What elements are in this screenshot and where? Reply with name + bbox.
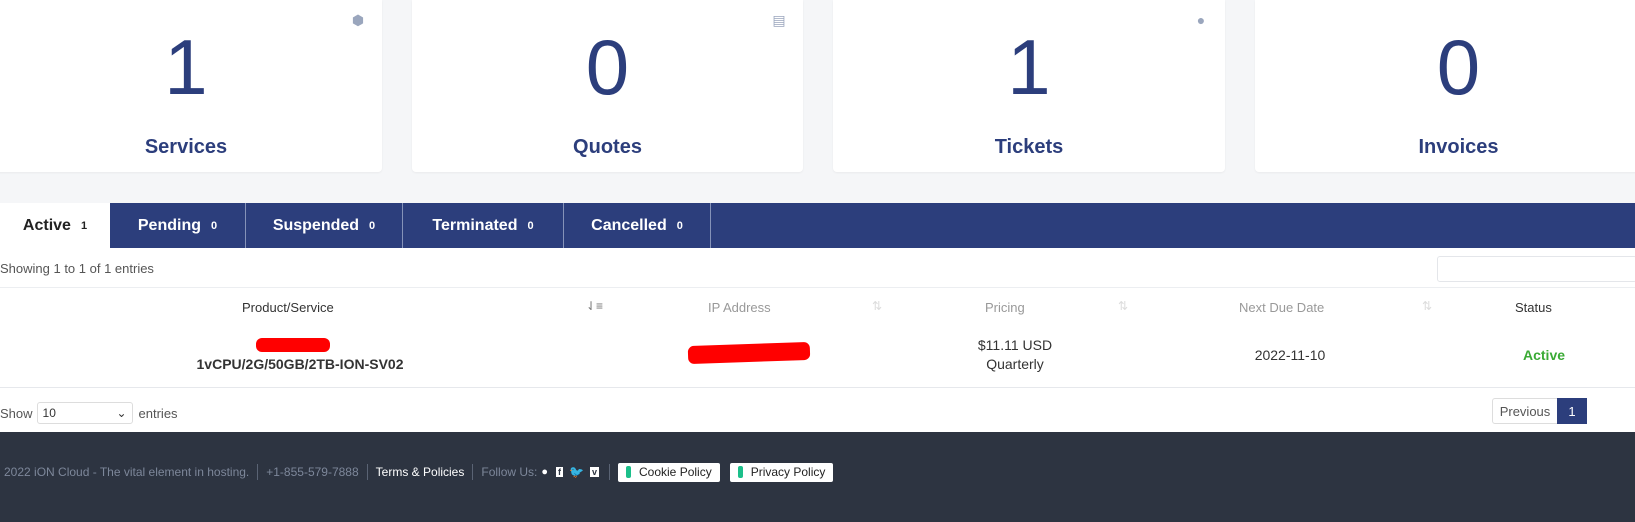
entries-label: entries (138, 405, 178, 421)
column-pricing[interactable]: Pricing (985, 300, 1025, 315)
badge-icon (626, 466, 631, 478)
phone-link[interactable]: +1-855-579-7888 (266, 465, 358, 479)
status-badge: Active (1523, 347, 1566, 363)
tab-cancelled[interactable]: Cancelled 0 (564, 203, 711, 248)
price: $11.11 USD (977, 337, 1053, 353)
badge-icon (737, 466, 743, 478)
pricing-cell: $11.11 USD Quarterly (915, 336, 1115, 374)
sort-desc-icon[interactable]: ⇃≡ (586, 299, 603, 313)
column-product[interactable]: Product/Service (242, 300, 334, 315)
billing-cycle: Quarterly (986, 356, 1044, 372)
tab-count: 0 (676, 219, 683, 232)
tab-active[interactable]: Active 1 (0, 203, 110, 248)
tab-label: Terminated (432, 216, 518, 234)
table-header: Product/Service ⇃≡ IP Address ⇅ Pricing … (0, 287, 1635, 328)
terms-link[interactable]: Terms & Policies (376, 465, 465, 479)
previous-page-button[interactable]: Previous (1492, 398, 1558, 424)
page-1-button[interactable]: 1 (1557, 398, 1587, 424)
tab-terminated[interactable]: Terminated 0 (403, 203, 564, 248)
quotes-card[interactable]: ▤ 0 Quotes (412, 0, 803, 172)
redacted-product-name (256, 338, 330, 352)
privacy-label: Privacy Policy (750, 465, 826, 479)
invoices-label: Invoices (1418, 136, 1499, 158)
sort-icon[interactable]: ⇅ (872, 299, 882, 313)
divider (609, 464, 610, 480)
tab-label: Cancelled (591, 216, 667, 234)
tab-count: 0 (369, 219, 376, 232)
column-ip[interactable]: IP Address (708, 300, 771, 315)
wechat-icon[interactable]: ● (541, 466, 548, 478)
invoices-card[interactable]: 0 Invoices (1255, 0, 1635, 172)
services-label: Services (144, 136, 228, 158)
twitter-icon[interactable]: 🐦 (569, 465, 584, 479)
tickets-label: Tickets (994, 136, 1064, 158)
tab-label: Pending (137, 216, 201, 234)
search-input[interactable] (1437, 256, 1635, 282)
cookie-policy-button[interactable]: Cookie Policy (618, 462, 720, 482)
product-name[interactable]: 1vCPU/2G/50GB/2TB-ION-SV02 (150, 356, 450, 372)
column-due-date[interactable]: Next Due Date (1239, 300, 1324, 315)
table-info: Showing 1 to 1 of 1 entries (0, 261, 154, 276)
tickets-card[interactable]: ● 1 Tickets (833, 0, 1225, 172)
service-status-tabs: Active 1 Pending 0 Suspended 0 Terminated 0 … (0, 203, 1635, 248)
column-status[interactable]: Status (1515, 300, 1552, 315)
tab-count: 0 (527, 219, 534, 232)
follow-label: Follow Us: (481, 465, 538, 479)
page-size-select[interactable]: 10 ⌄ (36, 402, 133, 424)
divider (472, 464, 474, 480)
redacted-ip-address (687, 341, 811, 365)
tab-label: Suspended (272, 216, 360, 234)
tab-label: Active (22, 216, 71, 234)
divider (366, 464, 368, 480)
tickets-count: 1 (1007, 23, 1051, 111)
next-due-date: 2022-11-10 (1254, 347, 1326, 363)
table-row[interactable]: 1vCPU/2G/50GB/2TB-ION-SV02 $11.11 USD Qu… (0, 328, 1635, 388)
sort-icon[interactable]: ⇅ (1422, 299, 1432, 313)
facebook-icon[interactable]: f (556, 467, 564, 477)
privacy-policy-button[interactable]: Privacy Policy (729, 462, 834, 482)
tab-pending[interactable]: Pending 0 (110, 203, 246, 248)
show-label: Show (0, 405, 33, 421)
tab-count: 0 (210, 219, 218, 232)
page-size-value: 10 (42, 406, 56, 420)
sort-icon[interactable]: ⇅ (1118, 299, 1128, 313)
chevron-down-icon: ⌄ (116, 406, 127, 420)
invoices-count: 0 (1436, 23, 1481, 111)
quotes-count: 0 (585, 23, 630, 111)
cookie-label: Cookie Policy (639, 465, 712, 479)
services-count: 1 (164, 23, 208, 111)
services-card[interactable]: ⬢ 1 Services (0, 0, 382, 172)
tab-count: 1 (80, 219, 88, 232)
page-size-control: Show 10 ⌄ entries (0, 402, 178, 424)
vimeo-icon[interactable]: v (589, 467, 599, 477)
divider (257, 464, 259, 480)
tab-suspended[interactable]: Suspended 0 (246, 203, 403, 248)
quotes-label: Quotes (573, 136, 642, 158)
footer: 2022 iON Cloud - The vital element in ho… (0, 432, 1635, 522)
services-table-panel: Showing 1 to 1 of 1 entries Product/Serv… (0, 248, 1635, 432)
copyright: 2022 iON Cloud - The vital element in ho… (4, 465, 250, 479)
